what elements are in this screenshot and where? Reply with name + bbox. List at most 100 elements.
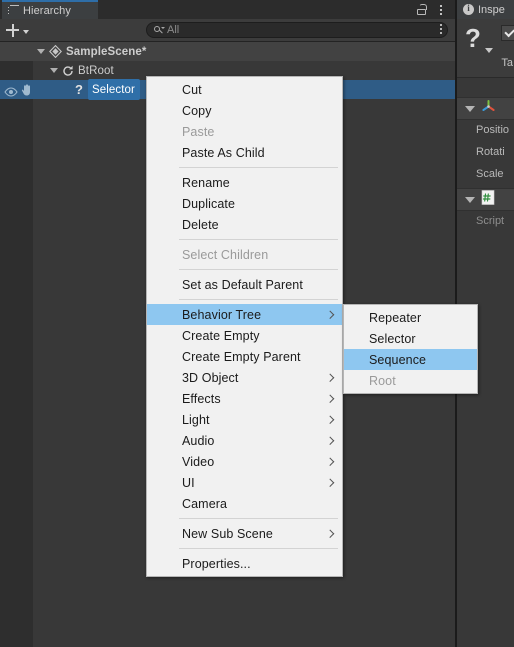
hierarchy-tabbar: Hierarchy [0,0,455,19]
property-script[interactable]: Script [457,211,514,230]
menu-item-audio[interactable]: Audio [147,430,342,451]
menu-item-label: Sequence [369,352,427,367]
menu-item-cut[interactable]: Cut [147,79,342,100]
tab-inspector[interactable]: Inspe [457,0,514,19]
inspector-object-header: ? Ta [457,19,514,78]
menu-item-new-sub-scene[interactable]: New Sub Scene [147,523,342,544]
csharp-script-icon [481,189,495,210]
info-icon [463,3,474,15]
menu-item-label: Root [369,373,396,388]
menu-item-label: Audio [182,433,215,448]
menu-separator [179,269,338,270]
chevron-down-icon[interactable] [465,196,475,203]
menu-item-label: Create Empty [182,328,260,343]
menu-item-paste-as-child[interactable]: Paste As Child [147,142,342,163]
chevron-down-icon[interactable] [465,105,475,112]
unknown-script-icon: ? [75,82,83,97]
tab-hierarchy[interactable]: Hierarchy [2,0,98,19]
selected-object-pill[interactable]: Selector [88,79,140,100]
search-input[interactable]: All [146,22,448,38]
create-object-button[interactable] [5,21,35,39]
menu-item-label: Set as Default Parent [182,277,303,292]
menu-item-create-empty-parent[interactable]: Create Empty Parent [147,346,342,367]
menu-item-select-children: Select Children [147,244,342,265]
menu-item-duplicate[interactable]: Duplicate [147,193,342,214]
chevron-right-icon [327,416,332,424]
list-icon [8,5,19,16]
row-label: SampleScene* [66,45,147,58]
menu-item-label: Select Children [182,247,269,262]
hand-icon[interactable] [21,83,32,96]
toolbar-kebab-menu-icon[interactable] [435,23,447,36]
menu-item-copy[interactable]: Copy [147,100,342,121]
chevron-right-icon [327,374,332,382]
menu-item-label: Cut [182,82,202,97]
submenu-item-root: Root [344,370,477,391]
tab-hierarchy-label: Hierarchy [23,4,71,17]
menu-item-video[interactable]: Video [147,451,342,472]
menu-item-ui[interactable]: UI [147,472,342,493]
menu-item-label: 3D Object [182,370,239,385]
menu-item-camera[interactable]: Camera [147,493,342,514]
menu-separator [179,548,338,549]
property-label: Scale [476,167,504,180]
chevron-right-icon [327,437,332,445]
menu-item-rename[interactable]: Rename [147,172,342,193]
menu-item-label: Create Empty Parent [182,349,301,364]
chevron-right-icon [327,311,332,319]
submenu-item-selector[interactable]: Selector [344,328,477,349]
search-icon [154,25,165,35]
chevron-down-icon[interactable] [50,68,58,73]
menu-item-label: Camera [182,496,228,511]
row-label: Selector [92,84,135,96]
menu-item-label: Delete [182,217,219,232]
menu-item-delete[interactable]: Delete [147,214,342,235]
menu-separator [179,518,338,519]
plus-icon [6,23,19,37]
search-placeholder: All [167,24,180,36]
menu-separator [179,167,338,168]
menu-item-label: Behavior Tree [182,307,262,322]
menu-item-label: Paste As Child [182,145,265,160]
chevron-down-icon[interactable] [37,49,45,54]
property-label: Positio [476,123,510,136]
chevron-down-icon[interactable] [485,48,493,53]
property-label: Script [476,214,505,227]
submenu-item-repeater[interactable]: Repeater [344,307,477,328]
lock-icon[interactable] [416,4,427,15]
menu-item-create-empty[interactable]: Create Empty [147,325,342,346]
chevron-right-icon [327,479,332,487]
property-position[interactable]: Positio [457,120,514,139]
tag-label: Ta [501,57,513,69]
menu-item-behavior-tree[interactable]: Behavior Tree [147,304,342,325]
menu-item-set-as-default-parent[interactable]: Set as Default Parent [147,274,342,295]
menu-item-light[interactable]: Light [147,409,342,430]
menu-item-paste: Paste [147,121,342,142]
table-row[interactable]: SampleScene* [0,42,455,61]
menu-item-label: Repeater [369,310,422,325]
behavior-tree-submenu: Repeater Selector Sequence Root [343,304,478,394]
object-enabled-checkbox[interactable] [501,25,514,41]
chevron-down-icon [23,30,29,34]
component-header-script[interactable] [457,188,514,211]
menu-item-label: UI [182,475,195,490]
menu-item-effects[interactable]: Effects [147,388,342,409]
menu-separator [179,299,338,300]
hierarchy-kebab-menu-icon[interactable] [435,3,447,16]
eye-icon[interactable] [4,84,18,97]
property-rotation[interactable]: Rotati [457,142,514,161]
menu-item-label: Paste [182,124,215,139]
menu-item-label: Video [182,454,215,469]
property-scale[interactable]: Scale [457,164,514,183]
menu-item-properties[interactable]: Properties... [147,553,342,574]
menu-item-label: Copy [182,103,212,118]
context-menu: Cut Copy Paste Paste As Child Rename Duplicat… [146,76,343,577]
property-label: Rotati [476,145,505,158]
chevron-right-icon [327,395,332,403]
component-header-transform[interactable] [457,97,514,120]
row-label: BtRoot [78,64,114,77]
tab-inspector-label: Inspe [478,3,505,16]
menu-item-3d-object[interactable]: 3D Object [147,367,342,388]
menu-item-label: Effects [182,391,221,406]
submenu-item-sequence[interactable]: Sequence [344,349,477,370]
